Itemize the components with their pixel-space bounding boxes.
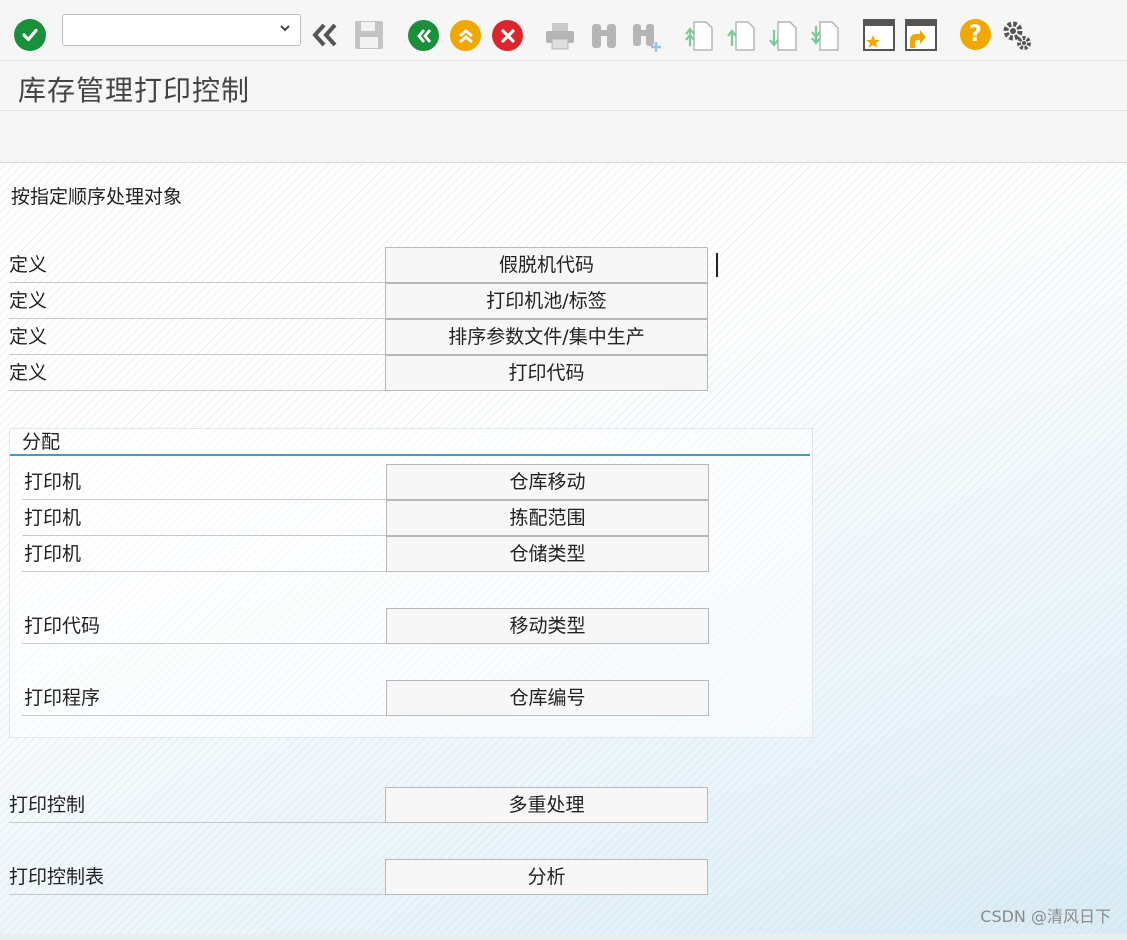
printer-label: 打印机 [22, 536, 386, 572]
picking-area-button[interactable]: 拣配范围 [386, 500, 709, 536]
spool-code-button[interactable]: 假脱机代码 [385, 247, 708, 283]
last-page-icon[interactable] [810, 18, 842, 52]
shortcut-icon[interactable] [904, 18, 938, 52]
print-program-label: 打印程序 [22, 680, 386, 716]
assign-group: 分配 打印机 仓库移动 打印机 拣配范围 打印机 仓储类型 打印代码 移动类型 … [9, 428, 813, 738]
watermark: CSDN @清风日下 [980, 907, 1111, 926]
application-toolbar [0, 111, 1127, 163]
movement-type-button[interactable]: 移动类型 [386, 608, 709, 644]
find-icon[interactable] [588, 20, 620, 52]
next-page-icon[interactable] [768, 18, 800, 52]
section-heading: 按指定顺序处理对象 [11, 186, 183, 208]
group-title: 分配 [10, 429, 810, 456]
define-label: 定义 [9, 319, 385, 355]
cancel-icon[interactable] [492, 20, 523, 51]
define-label: 定义 [9, 283, 385, 319]
help-icon[interactable]: ? [960, 19, 991, 50]
warehouse-movement-button[interactable]: 仓库移动 [386, 464, 709, 500]
printer-label: 打印机 [22, 500, 386, 536]
storage-type-button[interactable]: 仓储类型 [386, 536, 709, 572]
save-icon[interactable] [352, 18, 386, 52]
printer-pool-label-button[interactable]: 打印机池/标签 [385, 283, 708, 319]
settings-gear-icon[interactable] [1000, 18, 1034, 52]
first-page-icon[interactable] [684, 18, 716, 52]
print-code-label: 打印代码 [22, 608, 386, 644]
status-bar [0, 934, 1127, 940]
warehouse-number-button[interactable]: 仓库编号 [386, 680, 709, 716]
print-code-button[interactable]: 打印代码 [385, 355, 708, 391]
print-icon[interactable] [543, 20, 577, 52]
print-control-table-label: 打印控制表 [9, 859, 385, 895]
chevron-down-icon[interactable] [278, 21, 292, 35]
text-cursor [716, 253, 718, 277]
analysis-button[interactable]: 分析 [385, 859, 708, 895]
printer-label: 打印机 [22, 464, 386, 500]
command-input[interactable] [69, 15, 273, 45]
find-next-icon[interactable] [630, 20, 664, 52]
toolbar: ? [0, 0, 1127, 61]
back-double-chevron-icon[interactable] [310, 20, 342, 50]
multiple-processing-button[interactable]: 多重处理 [385, 787, 708, 823]
main-content: 按指定顺序处理对象 定义 假脱机代码 定义 打印机池/标签 定义 排序参数文件/… [0, 163, 1127, 935]
sort-profile-button[interactable]: 排序参数文件/集中生产 [385, 319, 708, 355]
title-bar: 库存管理打印控制 [0, 61, 1127, 111]
command-field[interactable] [62, 14, 301, 46]
create-session-icon[interactable] [862, 18, 896, 52]
define-label: 定义 [9, 247, 385, 283]
back-icon[interactable] [408, 20, 439, 51]
confirm-check-icon[interactable] [14, 19, 46, 51]
page-title: 库存管理打印控制 [18, 74, 251, 107]
print-control-label: 打印控制 [9, 787, 385, 823]
previous-page-icon[interactable] [726, 18, 758, 52]
exit-up-icon[interactable] [450, 20, 481, 51]
define-label: 定义 [9, 355, 385, 391]
